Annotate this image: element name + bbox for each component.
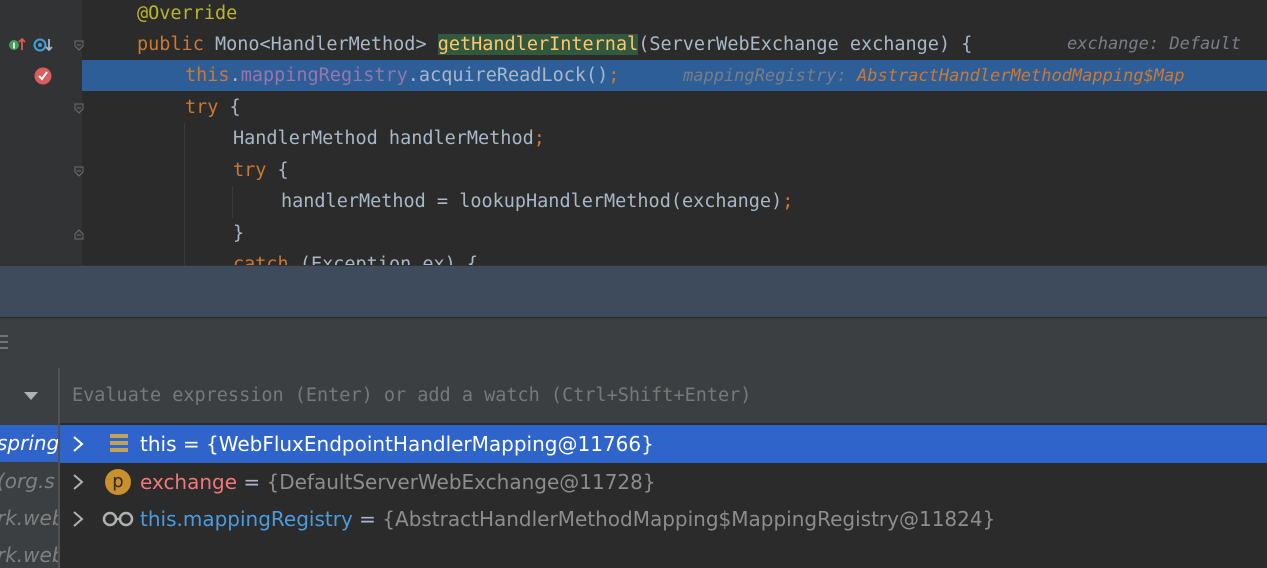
semicolon: ; — [782, 191, 794, 212]
brace-open: { — [218, 97, 241, 118]
statement: handlerMethod = lookupHandlerMethod(exch… — [281, 191, 783, 212]
method-call: .acquireReadLock() — [407, 65, 609, 86]
method-name[interactable]: getHandlerInternal — [437, 34, 639, 55]
hamburger-menu-icon[interactable] — [0, 333, 10, 351]
keyword-try: try — [233, 160, 267, 181]
variable-name: this.mappingRegistry — [140, 507, 353, 531]
field-mapping-registry[interactable]: mappingRegistry — [241, 65, 408, 86]
semicolon: ; — [608, 65, 620, 86]
code-line-6[interactable]: try { — [0, 155, 1267, 186]
code-line-7[interactable]: handlerMethod = lookupHandlerMethod(exch… — [0, 186, 1267, 217]
code-editor[interactable]: I @Override public Mono<HandlerMethod> g… — [0, 0, 1267, 265]
frame-item[interactable]: spring — [0, 425, 58, 462]
field-icon — [110, 434, 128, 452]
brace-close: } — [233, 223, 245, 244]
inline-value-hint-label: mappingRegistry: — [683, 66, 857, 86]
evaluate-expression-input[interactable] — [60, 368, 1267, 423]
code-line-3[interactable]: this.mappingRegistry.acquireReadLock(); … — [0, 60, 1267, 91]
variable-name: this — [140, 432, 177, 456]
variable-value: {WebFluxEndpointHandlerMapping@11766} — [205, 432, 654, 456]
thread-selector-dropdown[interactable] — [0, 368, 58, 424]
variable-row-mapping-registry[interactable]: this.mappingRegistry = {AbstractHandlerM… — [60, 500, 1267, 538]
chevron-right-icon[interactable] — [70, 435, 86, 453]
code-line-1[interactable]: @Override — [0, 0, 1267, 29]
inline-value-hint: exchange: Default — [1067, 34, 1241, 54]
variable-row-this[interactable]: this = {WebFluxEndpointHandlerMapping@11… — [60, 425, 1267, 463]
annotation: @Override — [137, 3, 238, 24]
keyword-this: this — [185, 65, 230, 86]
code-line-5[interactable]: HandlerMethod handlerMethod; — [0, 123, 1267, 154]
code-line-2[interactable]: public Mono<HandlerMethod> getHandlerInt… — [0, 29, 1267, 60]
dot: . — [229, 65, 241, 86]
frame-item[interactable]: rk.web — [0, 500, 58, 537]
debug-toolbar[interactable] — [0, 265, 1267, 317]
inline-value-hint-type: AbstractHandlerMethodMapping$Map — [857, 66, 1185, 86]
watch-icon — [102, 511, 134, 527]
variable-value: {DefaultServerWebExchange@11728} — [266, 470, 656, 494]
frames-panel[interactable]: spring (org.s rk.web rk.web — [0, 368, 58, 568]
code-line-8[interactable]: } — [0, 218, 1267, 249]
equals-sign: = — [237, 470, 267, 494]
keyword-public: public — [137, 34, 204, 55]
parameter-icon: p — [105, 469, 131, 495]
brace-open: { — [266, 160, 289, 181]
frame-item[interactable]: (org.s — [0, 463, 58, 500]
code-line-4[interactable]: try { — [0, 92, 1267, 123]
equals-sign: = — [176, 432, 206, 456]
code-line-9[interactable]: catch (Exception ex) { — [0, 249, 1267, 265]
keyword-catch: catch — [233, 254, 289, 265]
frame-item[interactable]: rk.web — [0, 537, 58, 568]
return-type: Mono<HandlerMethod> — [203, 34, 438, 55]
declaration: HandlerMethod handlerMethod — [233, 128, 534, 149]
variable-name: exchange — [140, 470, 238, 494]
variable-row-exchange[interactable]: p exchange = {DefaultServerWebExchange@1… — [60, 463, 1267, 501]
chevron-right-icon[interactable] — [70, 473, 86, 491]
method-params: (ServerWebExchange exchange) { — [638, 34, 973, 55]
variables-panel[interactable]: this = {WebFluxEndpointHandlerMapping@11… — [60, 368, 1267, 568]
semicolon: ; — [533, 128, 545, 149]
equals-sign: = — [352, 507, 383, 531]
variable-value: {AbstractHandlerMethodMapping$MappingReg… — [382, 507, 996, 531]
evaluate-bar[interactable] — [60, 368, 1267, 424]
chevron-right-icon[interactable] — [70, 510, 86, 528]
debug-panel-header — [0, 317, 1267, 368]
keyword-try: try — [185, 97, 219, 118]
chevron-down-icon — [24, 392, 38, 400]
catch-clause: (Exception ex) { — [288, 254, 479, 265]
